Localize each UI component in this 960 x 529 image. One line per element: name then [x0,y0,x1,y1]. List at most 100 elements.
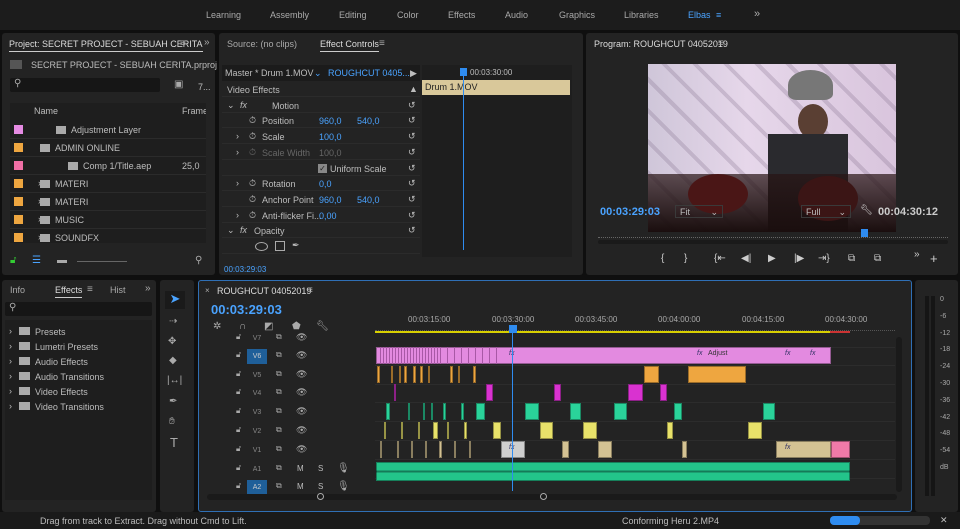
expand-panels-icon[interactable]: » [204,37,210,48]
reset-icon[interactable]: ↺ [408,100,416,111]
timecode[interactable]: 00:03:29:03 [224,265,266,274]
effects-folder[interactable]: › Lumetri Presets [5,339,152,354]
mark-in-icon[interactable]: { [661,253,664,264]
label-color-swatch[interactable] [14,233,23,242]
tab-source[interactable]: Source: (no clips) [227,39,297,49]
clip-v4[interactable] [486,384,493,401]
clip-v1[interactable] [682,441,687,458]
clip-v3[interactable] [614,403,627,420]
clip-v2[interactable] [667,422,673,439]
menu-icon[interactable]: ≡ [307,285,313,296]
reset-icon[interactable]: ↺ [408,210,416,221]
project-item[interactable]: ›SOUNDFX [10,229,206,243]
clip-v2[interactable] [748,422,762,439]
sync-lock-icon[interactable]: ⧉ [276,387,282,397]
chevron-right-icon[interactable]: › [236,131,239,141]
track-label-v6[interactable]: V6 [247,349,267,364]
lock-icon[interactable]: 🔓︎ [236,463,241,473]
snap-icon[interactable]: ∩ [239,321,246,332]
sync-lock-icon[interactable]: ⧉ [276,406,282,416]
effects-folder[interactable]: › Audio Transitions [5,369,152,384]
workspace-tab-editing[interactable]: Editing [339,10,367,20]
property-value[interactable]: 100,0 [319,132,342,142]
workspace-tab-audio[interactable]: Audio [505,10,528,20]
clip-v3[interactable] [408,403,410,420]
more-workspaces-icon[interactable]: » [754,8,760,20]
lock-icon[interactable]: 🔓︎ [236,387,241,397]
clip-v1[interactable] [598,441,612,458]
tab-effect-controls[interactable]: Effect Controls [320,39,379,52]
sync-lock-icon[interactable]: ⧉ [276,425,282,435]
chevron-right-icon[interactable]: › [9,326,12,336]
project-item[interactable]: Adjustment Layer [10,121,206,139]
ripple-edit-tool-icon[interactable]: ✥ [168,336,176,347]
column-frame[interactable]: Frame [182,106,206,116]
clip-v2[interactable] [401,422,403,439]
clip-v4[interactable] [394,384,396,401]
clip-v1[interactable] [411,441,413,458]
clip-v5[interactable] [428,366,430,383]
clip-v3[interactable] [570,403,581,420]
property-value[interactable]: 0,00 [319,211,337,221]
clip-v5[interactable] [420,366,423,383]
clip-v3[interactable] [461,403,464,420]
mark-out-icon[interactable]: } [684,253,687,264]
eye-icon[interactable]: 👁︎ [296,406,307,417]
track-label-a2[interactable]: A2 [247,480,267,495]
workspace-tab-effects[interactable]: Effects [448,10,475,20]
timeline-timecode[interactable]: 00:03:29:03 [211,302,282,317]
lock-icon[interactable]: 🔓︎ [236,369,241,379]
clip-v3[interactable] [476,403,485,420]
clip-v1[interactable] [380,441,382,458]
razor-tool-icon[interactable]: ◆ [169,355,177,366]
add-button-icon[interactable]: + [930,251,938,266]
stopwatch-icon[interactable]: ⏱︎ [249,115,256,126]
chevron-right-icon[interactable]: › [236,210,239,220]
project-search-input[interactable]: ⚲ [10,78,160,92]
mute-button[interactable]: M [297,464,304,473]
effects-folder[interactable]: › Video Transitions [5,399,152,414]
label-color-swatch[interactable] [14,143,23,152]
step-back-icon[interactable]: ◀| [741,253,751,264]
menu-icon[interactable]: ≡ [379,38,385,49]
more-icon[interactable]: » [914,249,920,260]
fx-icon[interactable]: fx [240,100,247,110]
clip-v5[interactable] [458,366,460,383]
fx-icon[interactable]: fx [240,225,247,235]
sync-lock-icon[interactable]: ⧉ [276,332,282,342]
reset-icon[interactable]: ↺ [408,131,416,142]
value-y[interactable]: 540,0 [357,195,380,205]
stopwatch-icon[interactable]: ⏱︎ [249,194,256,205]
track-label-v7[interactable]: V7 [247,331,267,346]
reset-icon[interactable]: ↺ [408,147,416,158]
clip-v4[interactable] [628,384,643,401]
microphone-icon[interactable]: 🎙︎ [337,481,350,492]
clip-selector[interactable]: Master * Drum 1.MOV ⌄ ROUGHCUT 0405... ▶ [222,65,420,81]
folder-up-icon[interactable] [10,60,22,69]
lock-icon[interactable]: 🔓︎ [10,255,16,266]
chevron-right-icon[interactable]: › [9,371,12,381]
lift-icon[interactable]: ⧉ [848,253,855,264]
reset-icon[interactable]: ↺ [408,178,416,189]
clip-v5[interactable] [473,366,476,383]
chevron-right-icon[interactable]: › [9,356,12,366]
find-icon[interactable]: ▣ [174,79,183,90]
project-item[interactable]: ›MUSIC [10,211,206,229]
resolution-select[interactable]: Full ⌄ [801,205,851,218]
label-color-swatch[interactable] [14,125,23,134]
project-item[interactable]: ›MATERI [10,175,206,193]
clip-v1[interactable] [469,441,471,458]
audio-clip-a1[interactable] [376,462,850,481]
work-area-bar[interactable] [375,331,830,333]
close-icon[interactable]: × [205,286,210,295]
sequence-clip[interactable]: ROUGHCUT 0405... [328,68,410,78]
chevron-down-icon[interactable]: ⌄ [227,100,235,111]
chevron-right-icon[interactable]: › [9,386,12,396]
clip-v2[interactable] [418,422,420,439]
wrench-icon[interactable]: 🔧︎ [860,205,873,216]
effects-search-input[interactable]: ⚲ [5,302,152,316]
clip-v3[interactable] [674,403,682,420]
go-to-out-icon[interactable]: ⇥} [818,253,830,264]
solo-button[interactable]: S [318,464,323,473]
menu-icon[interactable]: ≡ [180,38,186,49]
